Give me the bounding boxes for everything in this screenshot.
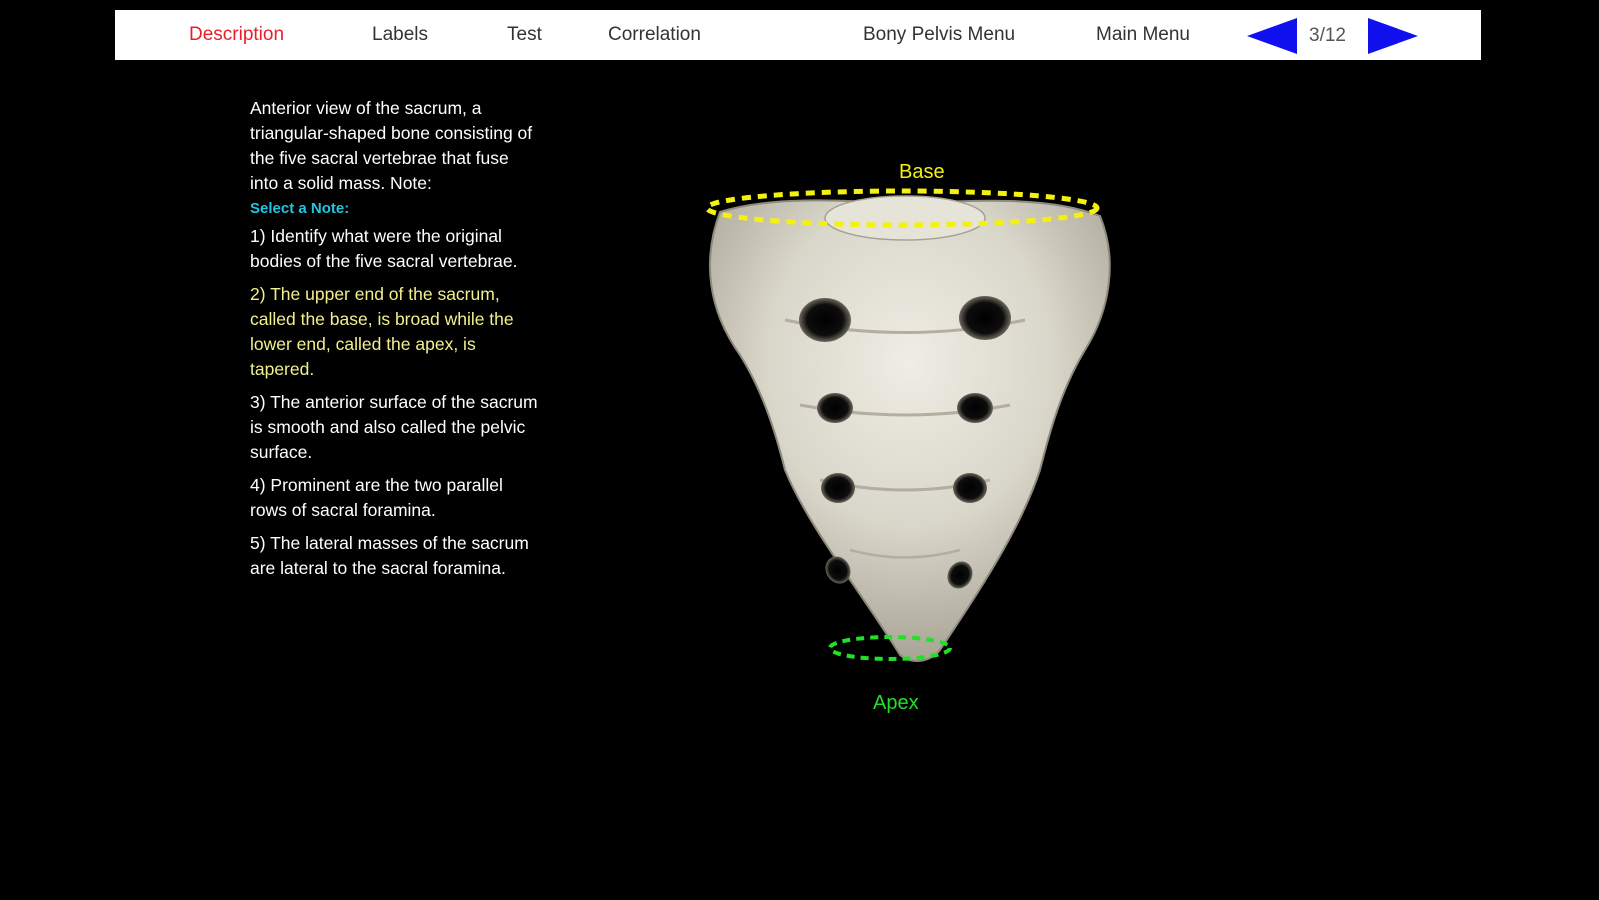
left-arrow-icon (1247, 18, 1297, 54)
description-intro: Anterior view of the sacrum, a triangula… (250, 98, 533, 193)
base-label: Base (899, 161, 945, 183)
page-counter: 3/12 (1309, 25, 1346, 46)
description-panel: Anterior view of the sacrum, a triangula… (250, 96, 540, 589)
right-arrow-icon (1368, 18, 1418, 54)
note-3[interactable]: 3) The anterior surface of the sacrum is… (250, 390, 540, 465)
next-page-button[interactable] (1366, 18, 1418, 54)
note-5[interactable]: 5) The lateral masses of the sacrum are … (250, 531, 540, 581)
note-2[interactable]: 2) The upper end of the sacrum, called t… (250, 282, 540, 382)
select-note-prompt: Select a Note: (250, 200, 350, 217)
sacrum-illustration (704, 188, 1111, 662)
nav-bony-pelvis-menu[interactable]: Bony Pelvis Menu (863, 10, 1015, 60)
previous-page-button[interactable] (1247, 18, 1299, 54)
nav-test[interactable]: Test (507, 10, 542, 60)
nav-labels[interactable]: Labels (372, 10, 428, 60)
note-4[interactable]: 4) Prominent are the two parallel rows o… (250, 473, 540, 523)
apex-label: Apex (873, 692, 919, 714)
nav-correlation[interactable]: Correlation (608, 10, 701, 60)
top-navigation-bar: Description Labels Test Correlation Bony… (115, 10, 1481, 60)
nav-description[interactable]: Description (189, 10, 284, 60)
note-1[interactable]: 1) Identify what were the original bodie… (250, 224, 540, 274)
nav-main-menu[interactable]: Main Menu (1096, 10, 1190, 60)
sacrum-anterior-view-image (690, 150, 1150, 730)
